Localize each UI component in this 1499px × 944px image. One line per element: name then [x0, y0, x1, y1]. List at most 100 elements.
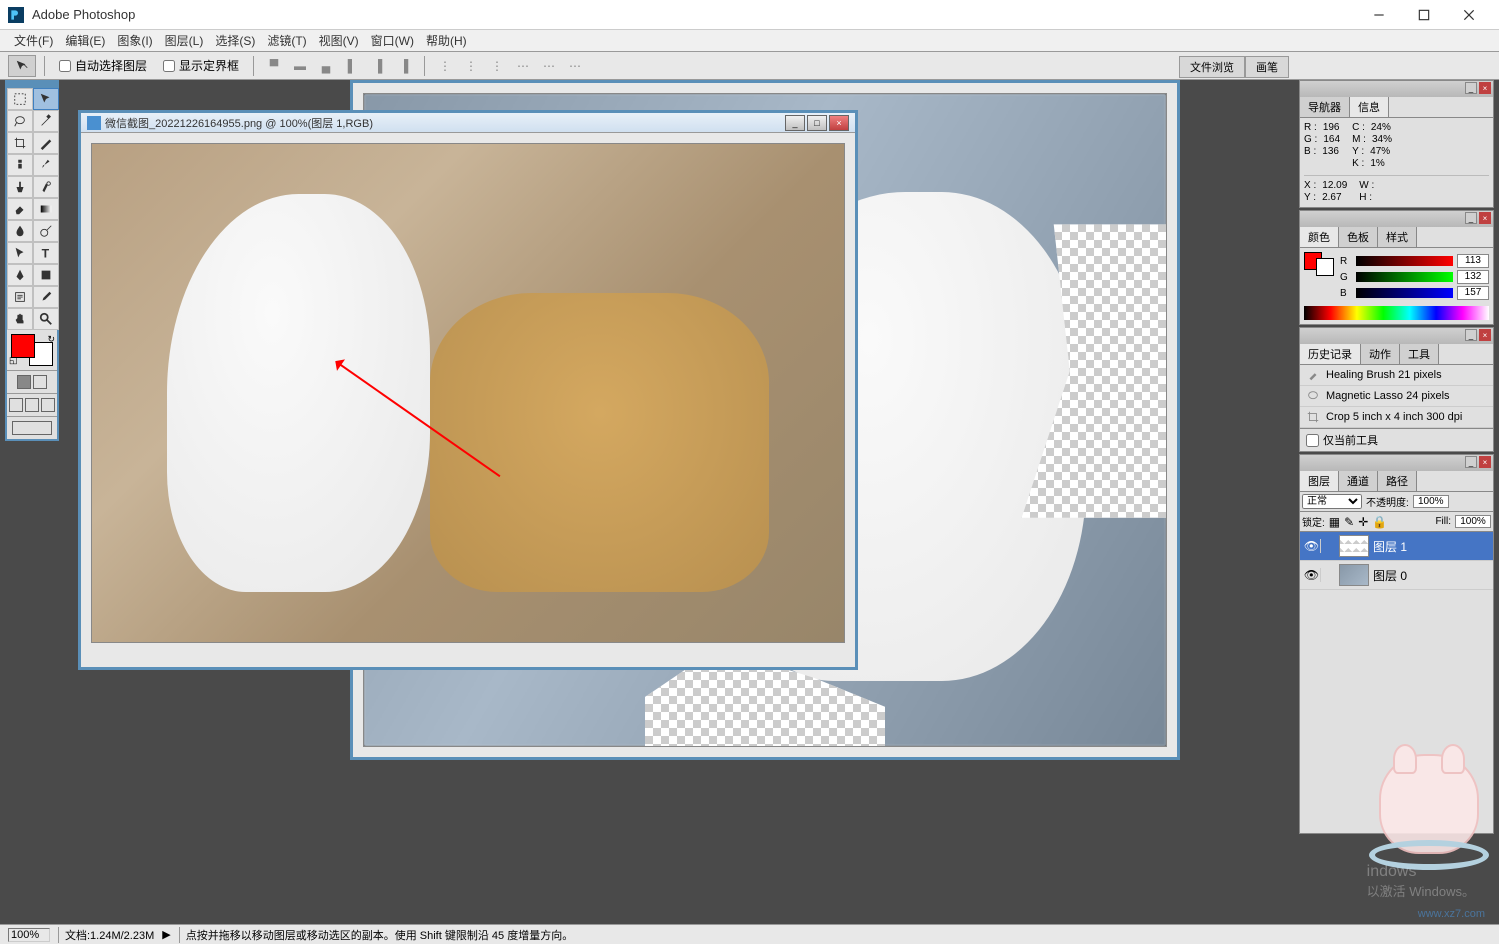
screen-mode-1-icon[interactable]: [9, 398, 23, 412]
history-item[interactable]: Healing Brush 21 pixels: [1300, 365, 1493, 386]
file-browser-tab[interactable]: 文件浏览: [1179, 56, 1245, 78]
panel-minimize-button[interactable]: _: [1465, 329, 1477, 341]
align-top-icon[interactable]: ▀: [262, 56, 286, 76]
panel-close-button[interactable]: ×: [1479, 82, 1491, 94]
tab-color[interactable]: 颜色: [1300, 227, 1339, 247]
color-preview[interactable]: [1304, 252, 1334, 302]
lock-transparent-icon[interactable]: ▦: [1329, 515, 1340, 529]
menu-edit[interactable]: 编辑(E): [59, 30, 111, 51]
zoom-tool[interactable]: [33, 308, 59, 330]
tab-history[interactable]: 历史记录: [1300, 344, 1361, 364]
history-brush-tool[interactable]: [33, 176, 59, 198]
close-button[interactable]: [1446, 1, 1491, 29]
menu-select[interactable]: 选择(S): [209, 30, 261, 51]
type-tool[interactable]: T: [33, 242, 59, 264]
menu-image[interactable]: 图象(I): [111, 30, 158, 51]
distrib-icon[interactable]: ⋮: [485, 56, 509, 76]
tab-swatches[interactable]: 色板: [1339, 227, 1378, 247]
canvas-front[interactable]: [92, 144, 844, 642]
align-right-icon[interactable]: ▐: [392, 56, 416, 76]
screen-mode-2-icon[interactable]: [25, 398, 39, 412]
blur-tool[interactable]: [7, 220, 33, 242]
doc-close-button[interactable]: ×: [829, 115, 849, 131]
menu-file[interactable]: 文件(F): [8, 30, 59, 51]
eyedropper-tool[interactable]: [33, 286, 59, 308]
g-value[interactable]: 132: [1457, 270, 1489, 284]
lock-all-icon[interactable]: 🔒: [1372, 515, 1387, 529]
tab-info[interactable]: 信息: [1350, 97, 1389, 117]
align-hcenter-icon[interactable]: ▐: [366, 56, 390, 76]
layer-row[interactable]: 👁 图层 1: [1300, 532, 1493, 561]
tab-layers[interactable]: 图层: [1300, 471, 1339, 491]
g-slider[interactable]: [1356, 272, 1453, 282]
clone-stamp-tool[interactable]: [7, 176, 33, 198]
crop-tool[interactable]: [7, 132, 33, 154]
slice-tool[interactable]: [33, 132, 59, 154]
brush-tool[interactable]: [33, 154, 59, 176]
panel-minimize-button[interactable]: _: [1465, 212, 1477, 224]
distrib-icon[interactable]: ⋯: [537, 56, 561, 76]
panel-close-button[interactable]: ×: [1479, 212, 1491, 224]
menu-window[interactable]: 窗口(W): [365, 30, 420, 51]
r-value[interactable]: 113: [1457, 254, 1489, 268]
distrib-icon[interactable]: ⋯: [511, 56, 535, 76]
show-bounds-option[interactable]: 显示定界框: [163, 57, 239, 74]
move-tool[interactable]: [33, 88, 59, 110]
screen-mode-3-icon[interactable]: [41, 398, 55, 412]
layer-row[interactable]: 👁 图层 0: [1300, 561, 1493, 590]
quickmask-mode-icon[interactable]: [33, 375, 47, 389]
distrib-icon[interactable]: ⋮: [433, 56, 457, 76]
align-left-icon[interactable]: ▌: [340, 56, 364, 76]
magic-wand-tool[interactable]: [33, 110, 59, 132]
path-selection-tool[interactable]: [7, 242, 33, 264]
layer-name[interactable]: 图层 1: [1373, 538, 1407, 555]
fill-value[interactable]: 100%: [1455, 515, 1491, 528]
b-slider[interactable]: [1356, 288, 1453, 298]
panel-minimize-button[interactable]: _: [1465, 456, 1477, 468]
r-slider[interactable]: [1356, 256, 1453, 266]
standard-mode-icon[interactable]: [17, 375, 31, 389]
auto-select-option[interactable]: 自动选择图层: [59, 57, 147, 74]
color-ramp[interactable]: [1304, 306, 1489, 320]
swap-colors-icon[interactable]: ↻: [47, 334, 55, 345]
brushes-tab[interactable]: 画笔: [1245, 56, 1289, 78]
gradient-tool[interactable]: [33, 198, 59, 220]
panel-minimize-button[interactable]: _: [1465, 82, 1477, 94]
current-tool-only-checkbox[interactable]: [1306, 434, 1319, 447]
lock-pixels-icon[interactable]: ✎: [1344, 515, 1354, 529]
jump-to-imageready-icon[interactable]: [12, 421, 52, 435]
visibility-icon[interactable]: 👁: [1303, 539, 1321, 553]
history-item[interactable]: Magnetic Lasso 24 pixels: [1300, 386, 1493, 407]
pen-tool[interactable]: [7, 264, 33, 286]
layer-thumbnail[interactable]: [1339, 564, 1369, 586]
menu-filter[interactable]: 滤镜(T): [261, 30, 312, 51]
menu-layer[interactable]: 图层(L): [159, 30, 210, 51]
dodge-tool[interactable]: [33, 220, 59, 242]
visibility-icon[interactable]: 👁: [1303, 568, 1321, 582]
current-tool-icon[interactable]: [8, 55, 36, 77]
shape-tool[interactable]: [33, 264, 59, 286]
menu-view[interactable]: 视图(V): [313, 30, 365, 51]
doc-minimize-button[interactable]: _: [785, 115, 805, 131]
b-value[interactable]: 157: [1457, 286, 1489, 300]
opacity-value[interactable]: 100%: [1413, 495, 1449, 508]
healing-brush-tool[interactable]: [7, 154, 33, 176]
notes-tool[interactable]: [7, 286, 33, 308]
tab-tools[interactable]: 工具: [1400, 344, 1439, 364]
tab-channels[interactable]: 通道: [1339, 471, 1378, 491]
tab-navigator[interactable]: 导航器: [1300, 97, 1350, 117]
layer-thumbnail[interactable]: [1339, 535, 1369, 557]
lock-position-icon[interactable]: ✛: [1358, 515, 1368, 529]
hand-tool[interactable]: [7, 308, 33, 330]
distrib-icon[interactable]: ⋮: [459, 56, 483, 76]
foreground-color[interactable]: [11, 334, 35, 358]
history-item[interactable]: Crop 5 inch x 4 inch 300 dpi: [1300, 407, 1493, 428]
tab-paths[interactable]: 路径: [1378, 471, 1417, 491]
blend-mode-select[interactable]: 正常: [1302, 494, 1362, 509]
doc-titlebar[interactable]: 微信截图_20221226164955.png @ 100%(图层 1,RGB)…: [81, 113, 855, 133]
show-bounds-checkbox[interactable]: [163, 60, 175, 72]
doc-maximize-button[interactable]: □: [807, 115, 827, 131]
maximize-button[interactable]: [1401, 1, 1446, 29]
bg-preview[interactable]: [1316, 258, 1334, 276]
align-vcenter-icon[interactable]: ▬: [288, 56, 312, 76]
